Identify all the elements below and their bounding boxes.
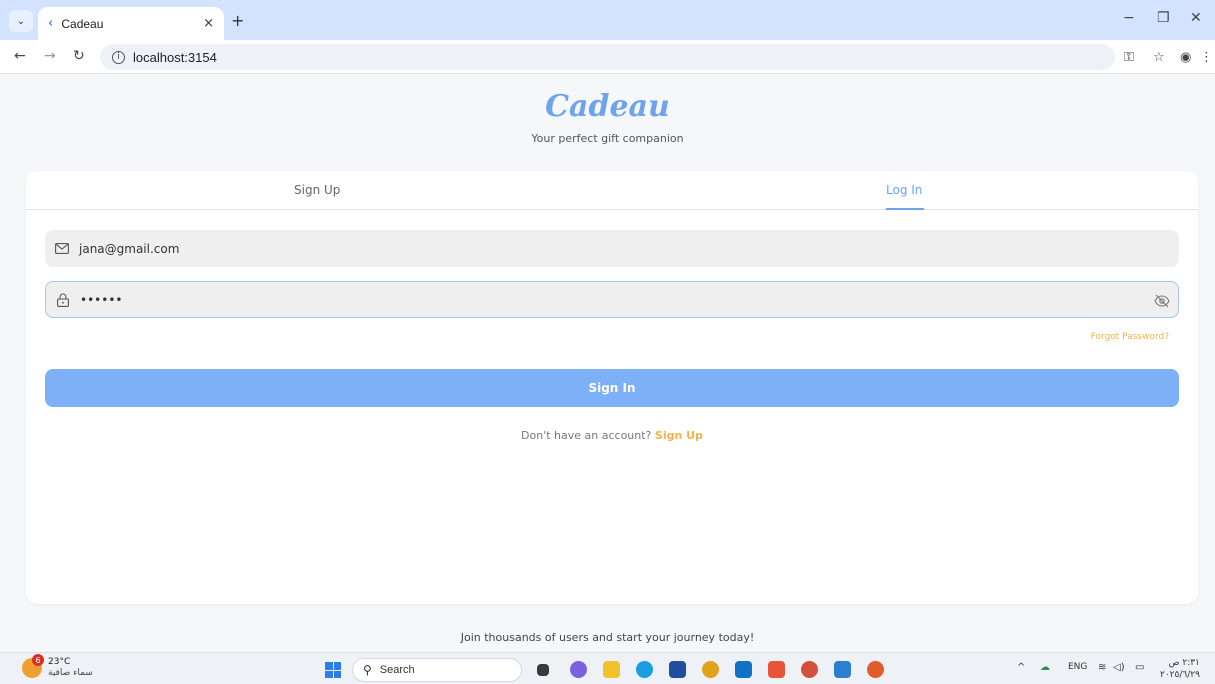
weather-condition: سماء صافية: [48, 668, 93, 678]
clock-date: ٢٠٢٥/٦/٢٩: [1160, 670, 1200, 680]
page-content: Cadeau Your perfect gift companion Sign …: [0, 75, 1215, 652]
password-key-icon[interactable]: ⚿: [1124, 50, 1134, 65]
url-text: localhost:3154: [133, 49, 217, 65]
clock-time: ٢:٣١ ص: [1168, 658, 1200, 668]
tab-sign-up[interactable]: Sign Up: [294, 183, 340, 197]
task-view-icon[interactable]: [537, 664, 549, 676]
vscode-icon[interactable]: [834, 661, 851, 678]
no-account-text: Don't have an account?: [521, 429, 652, 442]
clock[interactable]: ٢:٣١ ص ٢٠٢٥/٦/٢٩: [1160, 657, 1200, 681]
email-field[interactable]: jana@gmail.com: [45, 230, 1179, 267]
volume-icon[interactable]: ◁): [1113, 662, 1125, 673]
file-explorer-icon[interactable]: [603, 661, 620, 678]
lock-icon: [56, 293, 70, 307]
close-window-icon[interactable]: ✕: [1190, 10, 1202, 26]
sun-icon: 6: [22, 654, 44, 678]
chrome-active-icon[interactable]: [867, 661, 884, 678]
forgot-password-link[interactable]: Forgot Password?: [1091, 332, 1169, 342]
chevron-up-icon[interactable]: ^: [1017, 662, 1025, 673]
browser-tabbar: ⌄ ‹ Cadeau × + − ❐ ✕: [0, 0, 1215, 40]
eye-off-icon[interactable]: [1154, 293, 1170, 312]
sign-up-link[interactable]: Sign Up: [655, 429, 703, 442]
new-tab-button[interactable]: +: [231, 11, 244, 30]
footer-text: Join thousands of users and start your j…: [460, 631, 755, 644]
auth-card: Sign Up Log In jana@gmail.com •••••• For…: [26, 171, 1198, 604]
address-bar[interactable]: i localhost:3154: [100, 44, 1115, 70]
chrome-dev-icon[interactable]: [801, 661, 818, 678]
bookmark-star-icon[interactable]: ☆: [1153, 50, 1165, 65]
restore-icon[interactable]: ❐: [1157, 10, 1170, 26]
app-logo: Cadeau: [545, 89, 670, 124]
taskbar: 6 23°C سماء صافية ⚲ Search ^ ☁ ENG ≋ ◁) …: [0, 652, 1215, 684]
browser-toolbar: ← → ↻ i localhost:3154 ⚿ ☆ ◉ ⋮: [0, 40, 1215, 74]
menu-kebab-icon[interactable]: ⋮: [1200, 50, 1213, 65]
site-info-icon[interactable]: i: [112, 50, 125, 64]
back-icon[interactable]: ←: [14, 48, 26, 64]
outlook-icon[interactable]: [735, 661, 752, 678]
battery-icon[interactable]: ▭: [1135, 662, 1144, 673]
search-icon: ⚲: [363, 663, 372, 677]
password-field[interactable]: ••••••: [45, 281, 1179, 318]
store-icon[interactable]: [669, 661, 686, 678]
reload-icon[interactable]: ↻: [73, 48, 85, 64]
tab-title: Cadeau: [61, 16, 104, 31]
tab-close-icon[interactable]: ×: [203, 16, 214, 31]
mail-icon: [55, 242, 69, 256]
language-indicator[interactable]: ENG: [1068, 662, 1087, 672]
chrome-icon[interactable]: [702, 661, 719, 678]
search-label: Search: [379, 664, 415, 676]
flutter-favicon-icon: ‹: [48, 16, 54, 31]
no-account-prompt: Don't have an account? Sign Up: [26, 429, 1198, 442]
cloud-sync-icon[interactable]: ☁: [1040, 662, 1050, 673]
notification-badge: 6: [32, 654, 44, 666]
tagline: Your perfect gift companion: [531, 132, 684, 145]
sign-in-button[interactable]: Sign In: [45, 369, 1179, 407]
minimize-icon[interactable]: −: [1123, 10, 1135, 26]
copilot-icon[interactable]: [570, 661, 587, 678]
forward-icon[interactable]: →: [44, 48, 56, 64]
profile-icon[interactable]: ◉: [1180, 50, 1191, 65]
weather-widget[interactable]: 6 23°C سماء صافية: [22, 654, 93, 679]
active-tab-indicator: [886, 208, 924, 210]
temperature: 23°C: [48, 657, 71, 667]
xampp-icon[interactable]: [768, 661, 785, 678]
browser-tab[interactable]: ‹ Cadeau ×: [38, 7, 224, 40]
edge-icon[interactable]: [636, 661, 653, 678]
password-value: ••••••: [80, 292, 123, 307]
email-value: jana@gmail.com: [79, 241, 180, 256]
tab-search-dropdown-icon[interactable]: ⌄: [9, 10, 33, 32]
tab-log-in[interactable]: Log In: [886, 183, 922, 197]
auth-tabs: Sign Up Log In: [26, 171, 1198, 210]
start-button-icon[interactable]: [325, 662, 341, 678]
taskbar-search[interactable]: ⚲ Search: [352, 658, 522, 682]
wifi-icon[interactable]: ≋: [1098, 662, 1106, 673]
